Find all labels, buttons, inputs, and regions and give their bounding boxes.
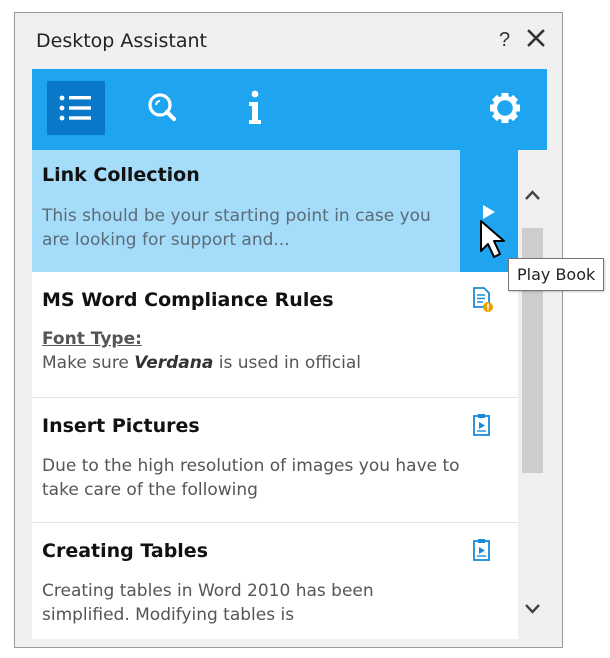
info-icon — [249, 90, 261, 124]
item-title: MS Word Compliance Rules — [42, 289, 334, 311]
settings-button[interactable] — [476, 81, 534, 135]
chevron-up-icon — [525, 190, 540, 200]
help-button[interactable]: ? — [499, 29, 510, 52]
playbook-icon[interactable] — [472, 538, 494, 564]
item-description: This should be your starting point in ca… — [42, 206, 431, 250]
gear-icon — [490, 93, 520, 123]
item-description: Creating tables in Word 2010 has been si… — [42, 581, 374, 625]
toolbar — [32, 69, 547, 150]
scroll-down-button[interactable] — [518, 594, 547, 624]
info-button[interactable] — [225, 81, 283, 135]
item-title: Creating Tables — [42, 540, 208, 562]
book-list: Link Collection This should be your star… — [32, 150, 547, 639]
close-icon[interactable] — [525, 27, 547, 49]
list-item-creating-tables[interactable]: Creating Tables Creating tables in Word … — [32, 524, 518, 639]
list-item-link-collection[interactable]: Link Collection This should be your star… — [32, 150, 518, 272]
document-warning-icon[interactable] — [472, 287, 494, 313]
font-name: Verdana — [134, 353, 214, 373]
item-title: Link Collection — [42, 164, 200, 186]
tooltip: Play Book — [508, 258, 605, 291]
title-bar: Desktop Assistant ? — [15, 13, 562, 69]
vertical-scrollbar[interactable] — [518, 150, 547, 639]
scroll-up-button[interactable] — [518, 180, 547, 210]
search-icon — [148, 93, 177, 122]
list-view-button[interactable] — [47, 81, 105, 135]
list-item-insert-pictures[interactable]: Insert Pictures Due to the high resoluti… — [32, 399, 518, 523]
chevron-down-icon — [525, 604, 540, 614]
item-title: Insert Pictures — [42, 415, 200, 437]
mouse-cursor-icon — [480, 220, 505, 258]
rule-label: Font Type: — [42, 329, 142, 349]
playbook-icon[interactable] — [472, 413, 494, 439]
search-button[interactable] — [134, 81, 192, 135]
list-icon — [59, 95, 91, 121]
rule-text: Make sure Verdana is used in official — [42, 353, 361, 373]
list-item-word-compliance[interactable]: MS Word Compliance Rules Font Type: Make… — [32, 273, 518, 398]
item-description: Due to the high resolution of images you… — [42, 456, 460, 500]
desktop-assistant-panel: Desktop Assistant ? Link Collection This… — [14, 12, 563, 648]
window-title: Desktop Assistant — [36, 30, 207, 52]
item-description: Font Type: Make sure Verdana is used in … — [42, 327, 462, 375]
